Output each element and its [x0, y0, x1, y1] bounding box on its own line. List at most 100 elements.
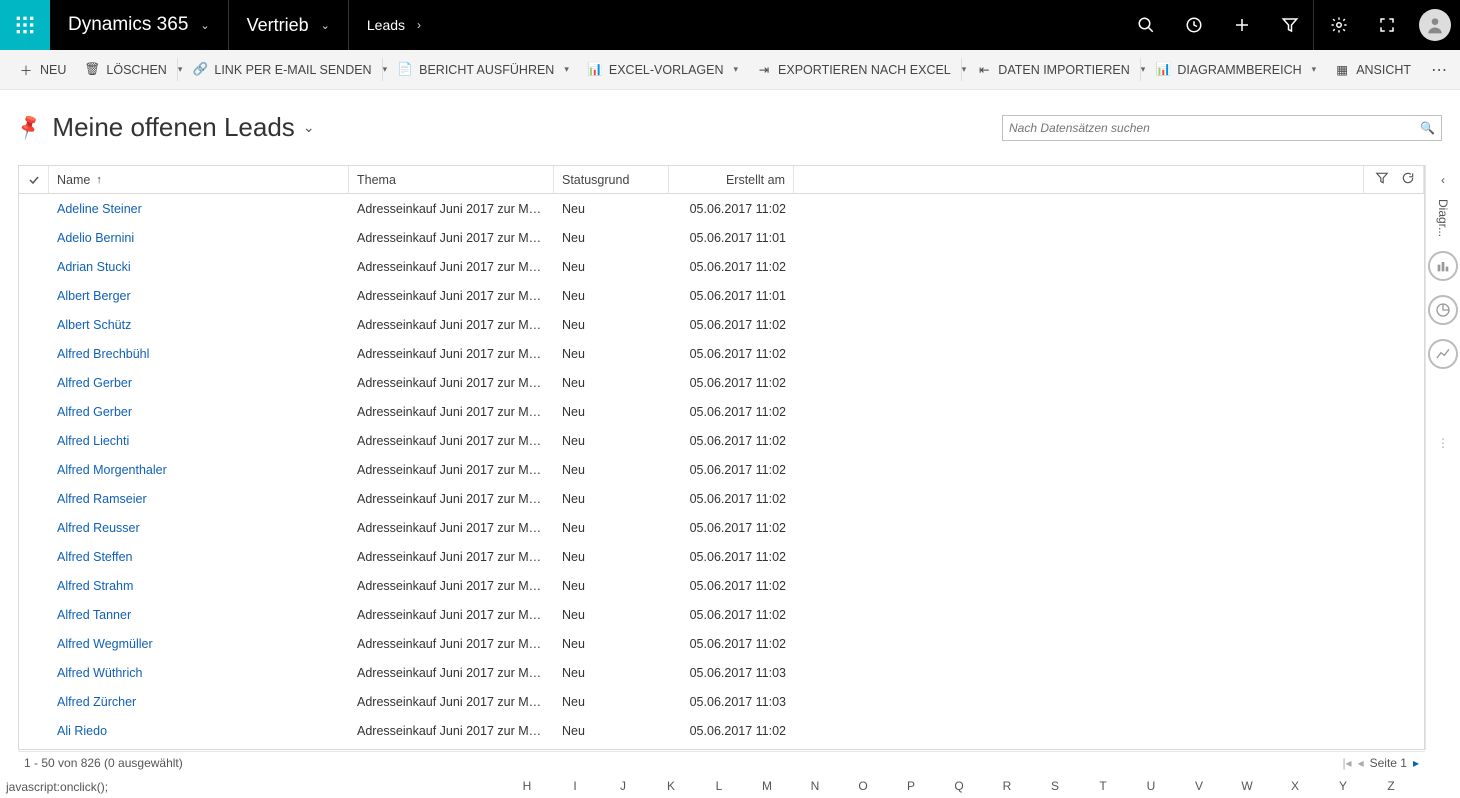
help-button[interactable] [1362, 0, 1410, 50]
search-icon[interactable]: 🔍 [1420, 121, 1435, 135]
view-selector[interactable]: Meine offenen Leads ⌄ [52, 112, 314, 143]
pager-next[interactable]: ▸ [1413, 756, 1419, 770]
cmd-view[interactable]: ▦ ANSICHT [1326, 50, 1419, 89]
alpha-jump-L[interactable]: L [695, 779, 743, 793]
alpha-jump-M[interactable]: M [743, 779, 791, 793]
alpha-jump-Z[interactable]: Z [1367, 779, 1415, 793]
lead-name-link[interactable]: Alfred Morgenthaler [49, 463, 349, 477]
cmd-delete-split[interactable]: ▾ [177, 58, 183, 81]
alpha-jump-Q[interactable]: Q [935, 779, 983, 793]
column-header-name[interactable]: Name ↑ [49, 166, 349, 193]
alpha-jump-X[interactable]: X [1271, 779, 1319, 793]
recent-items-button[interactable] [1169, 0, 1217, 50]
pager-first[interactable]: |◂ [1342, 756, 1351, 770]
cmd-export-excel-split[interactable]: ▾ [961, 58, 967, 81]
breadcrumb-entity[interactable]: Leads › [349, 0, 439, 50]
table-row[interactable]: Alfred GerberAdresseinkauf Juni 2017 zur… [19, 397, 1424, 426]
alpha-jump-T[interactable]: T [1079, 779, 1127, 793]
grid-body[interactable]: Adeline SteinerAdresseinkauf Juni 2017 z… [19, 194, 1424, 749]
pager-prev[interactable]: ◂ [1358, 756, 1364, 770]
table-row[interactable]: Albert SchützAdresseinkauf Juni 2017 zur… [19, 310, 1424, 339]
grid-filter-button[interactable] [1375, 171, 1389, 188]
alpha-jump-Y[interactable]: Y [1319, 779, 1367, 793]
cmd-excel-templates[interactable]: 📊 EXCEL-VORLAGEN ▾ [579, 50, 746, 89]
cmd-export-excel[interactable]: ⇥ EXPORTIEREN NACH EXCEL [748, 50, 959, 89]
table-row[interactable]: Albert BergerAdresseinkauf Juni 2017 zur… [19, 281, 1424, 310]
user-avatar[interactable] [1410, 0, 1460, 50]
lead-name-link[interactable]: Adelio Bernini [49, 231, 349, 245]
global-search-button[interactable] [1121, 0, 1169, 50]
table-row[interactable]: Adeline SteinerAdresseinkauf Juni 2017 z… [19, 194, 1424, 223]
table-row[interactable]: Alfred BrechbühlAdresseinkauf Juni 2017 … [19, 339, 1424, 368]
table-row[interactable]: Alfred ReusserAdresseinkauf Juni 2017 zu… [19, 513, 1424, 542]
alpha-jump-I[interactable]: I [551, 779, 599, 793]
record-search[interactable]: 🔍 [1002, 115, 1442, 141]
lead-name-link[interactable]: Alfred Gerber [49, 405, 349, 419]
alpha-jump-V[interactable]: V [1175, 779, 1223, 793]
lead-name-link[interactable]: Alfred Gerber [49, 376, 349, 390]
alpha-jump-S[interactable]: S [1031, 779, 1079, 793]
alpha-jump-U[interactable]: U [1127, 779, 1175, 793]
advanced-find-button[interactable] [1265, 0, 1313, 50]
alpha-jump-N[interactable]: N [791, 779, 839, 793]
alpha-jump-O[interactable]: O [839, 779, 887, 793]
table-row[interactable]: Alfred StrahmAdresseinkauf Juni 2017 zur… [19, 571, 1424, 600]
select-all-checkbox[interactable] [19, 166, 49, 193]
lead-name-link[interactable]: Ali Riedo [49, 724, 349, 738]
table-row[interactable]: Alfred ZürcherAdresseinkauf Juni 2017 zu… [19, 687, 1424, 716]
cmd-delete[interactable]: 🗑 LÖSCHEN [76, 50, 174, 89]
alpha-jump-K[interactable]: K [647, 779, 695, 793]
grid-refresh-button[interactable] [1401, 171, 1415, 188]
table-row[interactable]: Alfred TannerAdresseinkauf Juni 2017 zur… [19, 600, 1424, 629]
settings-button[interactable] [1314, 0, 1362, 50]
chart-line-button[interactable] [1428, 339, 1458, 369]
cmd-email-link-split[interactable]: ▾ [382, 58, 388, 81]
lead-name-link[interactable]: Albert Schütz [49, 318, 349, 332]
lead-name-link[interactable]: Adrian Stucki [49, 260, 349, 274]
alpha-jump-H[interactable]: H [503, 779, 551, 793]
alpha-jump-J[interactable]: J [599, 779, 647, 793]
lead-name-link[interactable]: Alfred Brechbühl [49, 347, 349, 361]
table-row[interactable]: Alfred WüthrichAdresseinkauf Juni 2017 z… [19, 658, 1424, 687]
cmd-more[interactable]: ⋯ [1421, 60, 1459, 80]
search-input[interactable] [1009, 121, 1420, 135]
lead-name-link[interactable]: Alfred Steffen [49, 550, 349, 564]
lead-name-link[interactable]: Albert Berger [49, 289, 349, 303]
table-row[interactable]: Alfred WegmüllerAdresseinkauf Juni 2017 … [19, 629, 1424, 658]
chart-bar-button[interactable] [1428, 251, 1458, 281]
table-row[interactable]: Alfred RamseierAdresseinkauf Juni 2017 z… [19, 484, 1424, 513]
alpha-jump-P[interactable]: P [887, 779, 935, 793]
brand-switcher[interactable]: Dynamics 365 ⌄ [50, 0, 229, 50]
alpha-jump-W[interactable]: W [1223, 779, 1271, 793]
column-header-created[interactable]: Erstellt am [669, 166, 794, 193]
table-row[interactable]: Adelio BerniniAdresseinkauf Juni 2017 zu… [19, 223, 1424, 252]
pin-view-button[interactable]: 📌 [14, 113, 44, 142]
alpha-jump-R[interactable]: R [983, 779, 1031, 793]
lead-name-link[interactable]: Alfred Strahm [49, 579, 349, 593]
lead-name-link[interactable]: Alfred Reusser [49, 521, 349, 535]
area-switcher[interactable]: Vertrieb ⌄ [229, 0, 349, 50]
cmd-run-report[interactable]: 📄 BERICHT AUSFÜHREN ▾ [389, 50, 577, 89]
column-header-status[interactable]: Statusgrund [554, 166, 669, 193]
cmd-email-link[interactable]: 🔗 LINK PER E-MAIL SENDEN [184, 50, 379, 89]
cmd-new[interactable]: ＋ NEU [10, 50, 74, 89]
quick-create-button[interactable] [1217, 0, 1265, 50]
column-header-thema[interactable]: Thema [349, 166, 554, 193]
pane-drag-handle[interactable]: ⋮ [1437, 436, 1449, 450]
lead-name-link[interactable]: Alfred Wüthrich [49, 666, 349, 680]
lead-name-link[interactable]: Adeline Steiner [49, 202, 349, 216]
table-row[interactable]: Alfred LiechtiAdresseinkauf Juni 2017 zu… [19, 426, 1424, 455]
table-row[interactable]: Alfred GerberAdresseinkauf Juni 2017 zur… [19, 368, 1424, 397]
lead-name-link[interactable]: Alfred Ramseier [49, 492, 349, 506]
table-row[interactable]: Ali RiedoAdresseinkauf Juni 2017 zur Mar… [19, 716, 1424, 745]
cmd-import-data[interactable]: ⇤ DATEN IMPORTIEREN [968, 50, 1138, 89]
table-row[interactable]: Adrian StuckiAdresseinkauf Juni 2017 zur… [19, 252, 1424, 281]
table-row[interactable]: Alfred MorgenthalerAdresseinkauf Juni 20… [19, 455, 1424, 484]
lead-name-link[interactable]: Alfred Tanner [49, 608, 349, 622]
table-row[interactable]: Alfred SteffenAdresseinkauf Juni 2017 zu… [19, 542, 1424, 571]
lead-name-link[interactable]: Alfred Liechti [49, 434, 349, 448]
expand-chart-pane[interactable]: ‹ [1441, 173, 1445, 187]
cmd-import-data-split[interactable]: ▾ [1140, 58, 1146, 81]
app-launcher-button[interactable] [0, 0, 50, 50]
lead-name-link[interactable]: Alfred Zürcher [49, 695, 349, 709]
